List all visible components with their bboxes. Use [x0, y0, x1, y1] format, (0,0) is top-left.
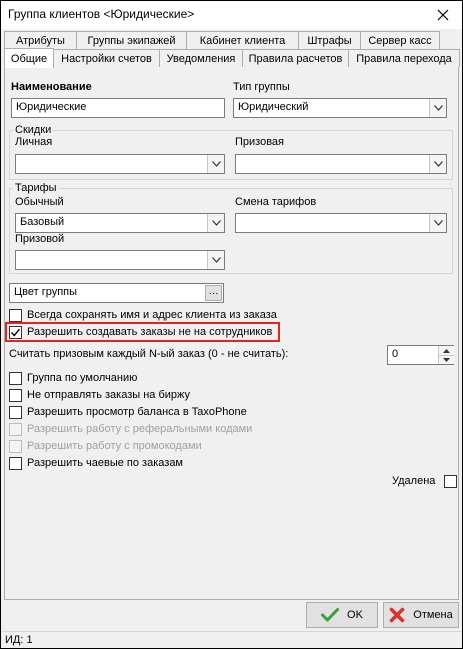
status-bar: ИД: 1 — [1, 631, 462, 648]
default-group-label: Группа по умолчанию — [27, 372, 138, 384]
checkbox-box — [9, 371, 22, 385]
prize-nth-value: 0 — [392, 348, 399, 360]
regular-tariff-value: Базовый — [20, 216, 65, 228]
checkbox-box — [9, 422, 22, 436]
personal-discount-select[interactable] — [15, 154, 225, 174]
chevron-down-icon — [429, 155, 446, 173]
deleted-label: Удалена — [392, 475, 436, 487]
checkbox-box — [9, 439, 22, 453]
checkbox-box — [9, 325, 22, 339]
tab-row-bottom: Общие Настройки счетов Уведомления Прави… — [4, 48, 460, 68]
tariffs-title: Тарифы — [13, 182, 59, 194]
close-icon — [437, 9, 449, 21]
checkbox-box — [444, 474, 457, 488]
promo-codes-label: Разрешить работу с промокодами — [27, 440, 202, 452]
prize-nth-label: Считать призовым каждый N-ый заказ (0 - … — [9, 348, 289, 360]
title-bar: Группа клиентов <Юридические> — [1, 1, 462, 29]
tips-checkbox[interactable]: Разрешить чаевые по заказам — [9, 455, 183, 471]
spin-down-icon[interactable] — [439, 355, 454, 364]
ok-button[interactable]: OK — [306, 602, 378, 628]
tab-invoice-settings[interactable]: Настройки счетов — [53, 49, 160, 67]
group-color-label: Цвет группы — [14, 286, 78, 298]
tab-general[interactable]: Общие — [4, 48, 54, 68]
chevron-down-icon — [429, 214, 446, 232]
referral-codes-label: Разрешить работу с реферальными кодами — [27, 423, 253, 435]
regular-tariff-label: Обычный — [15, 196, 64, 208]
spin-up-icon[interactable] — [439, 346, 454, 355]
close-button[interactable] — [432, 5, 454, 25]
record-id: ИД: 1 — [5, 634, 33, 646]
client-group-dialog: Группа клиентов <Юридические> Атрибуты Г… — [0, 0, 463, 649]
promo-codes-checkbox: Разрешить работу с промокодами — [9, 438, 202, 454]
tab-fines[interactable]: Штрафы — [298, 31, 361, 49]
group-type-select[interactable]: Юридический — [233, 98, 447, 118]
referral-codes-checkbox: Разрешить работу с реферальными кодами — [9, 421, 252, 437]
checkmark-icon — [321, 608, 340, 622]
tab-crew-groups[interactable]: Группы экипажей — [76, 31, 187, 49]
name-input[interactable]: Юридические — [11, 98, 225, 118]
tab-row-top: Атрибуты Группы экипажей Кабинет клиента… — [4, 31, 459, 49]
tab-cash-server[interactable]: Сервер касс — [360, 31, 440, 49]
checkbox-box — [9, 456, 22, 470]
cancel-button[interactable]: Отмена — [383, 602, 459, 628]
allow-non-employee-orders-checkbox[interactable]: Разрешить создавать заказы не на сотрудн… — [9, 324, 272, 340]
tab-calc-rules[interactable]: Правила расчетов — [242, 49, 349, 67]
save-name-address-checkbox[interactable]: Всегда сохранять имя и адрес клиента из … — [9, 307, 277, 323]
tariff-change-select[interactable] — [235, 213, 447, 233]
tab-transition-rules[interactable]: Правила перехода — [348, 49, 460, 67]
cross-icon — [389, 607, 405, 623]
no-exchange-label: Не отправлять заказы на биржу — [27, 389, 191, 401]
checkbox-box — [9, 405, 22, 419]
window-title: Группа клиентов <Юридические> — [8, 7, 195, 21]
checkmark-icon — [10, 328, 21, 337]
tab-client-cabinet[interactable]: Кабинет клиента — [186, 31, 299, 49]
group-color-field[interactable]: Цвет группы — [9, 283, 224, 303]
regular-tariff-select[interactable]: Базовый — [15, 213, 225, 233]
tab-attributes[interactable]: Атрибуты — [4, 31, 77, 49]
chevron-down-icon — [429, 99, 446, 117]
ok-button-label: OK — [347, 609, 363, 621]
color-picker-button[interactable]: ··· — [205, 285, 222, 301]
prize-tariff-label: Призовой — [15, 233, 65, 245]
prize-nth-spinner[interactable]: 0 — [387, 345, 454, 365]
deleted-checkbox[interactable] — [444, 473, 462, 489]
taxophone-balance-checkbox[interactable]: Разрешить просмотр баланса в TaxoPhone — [9, 404, 247, 420]
personal-discount-label: Личная — [15, 136, 53, 148]
checkbox-box — [9, 388, 22, 402]
save-name-address-label: Всегда сохранять имя и адрес клиента из … — [27, 309, 277, 321]
allow-non-employee-orders-label: Разрешить создавать заказы не на сотрудн… — [27, 326, 273, 338]
no-exchange-checkbox[interactable]: Не отправлять заказы на биржу — [9, 387, 190, 403]
chevron-down-icon — [207, 155, 224, 173]
discounts-title: Скидки — [13, 124, 54, 136]
name-label: Наименование — [11, 81, 92, 93]
default-group-checkbox[interactable]: Группа по умолчанию — [9, 370, 137, 386]
prize-tariff-select[interactable] — [15, 250, 225, 270]
checkbox-box — [9, 308, 22, 322]
tab-notifications[interactable]: Уведомления — [159, 49, 243, 67]
chevron-down-icon — [207, 214, 224, 232]
group-type-value: Юридический — [238, 101, 309, 113]
general-tab-panel: Наименование Юридические Тип группы Юрид… — [4, 67, 459, 600]
chevron-down-icon — [207, 251, 224, 269]
cancel-button-label: Отмена — [413, 609, 453, 621]
group-type-label: Тип группы — [233, 81, 290, 93]
prize-discount-select[interactable] — [235, 154, 447, 174]
taxophone-balance-label: Разрешить просмотр баланса в TaxoPhone — [27, 406, 247, 418]
tips-label: Разрешить чаевые по заказам — [27, 457, 183, 469]
tariff-change-label: Смена тарифов — [235, 196, 317, 208]
prize-discount-label: Призовая — [235, 136, 285, 148]
